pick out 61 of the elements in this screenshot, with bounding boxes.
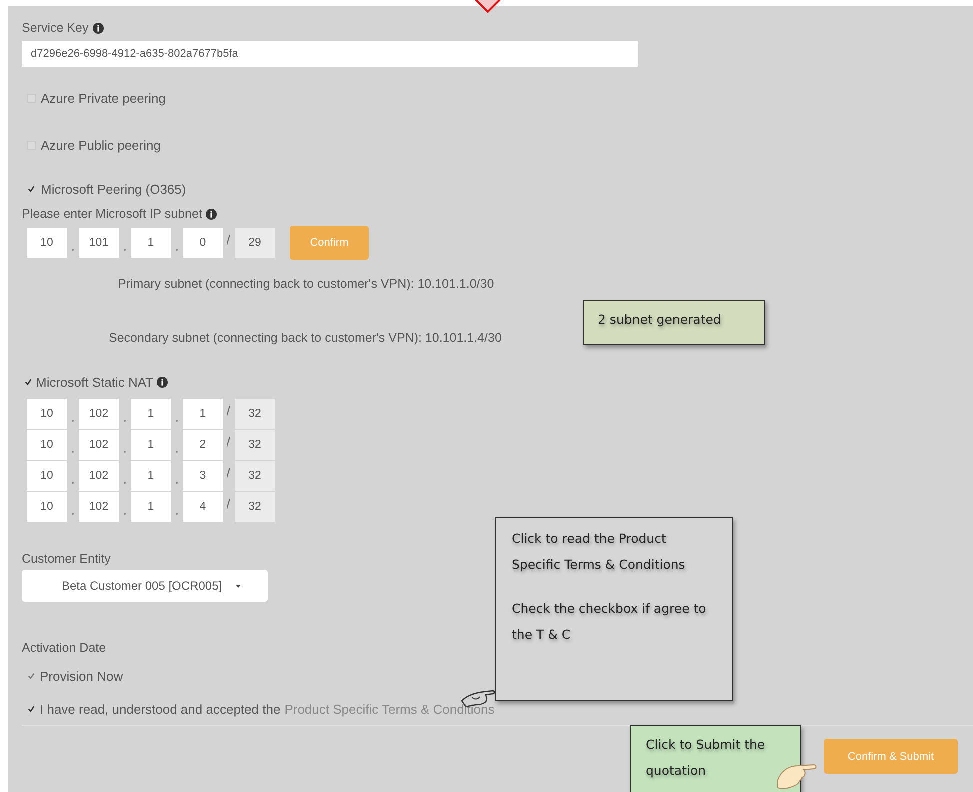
input-field[interactable]: d7296e26-6998-4912-a635-802a7677b5fa	[22, 41, 638, 67]
input-field[interactable]: 1	[131, 228, 171, 258]
input-field[interactable]: 0	[183, 228, 223, 258]
field-label: Please enter Microsoft IP subnet	[22, 207, 202, 221]
field-label: Activation Date	[22, 641, 106, 655]
slash-icon	[227, 437, 230, 447]
input-field[interactable]: 4	[183, 492, 223, 522]
marker-icon	[474, 0, 502, 14]
input-field[interactable]: 2	[183, 430, 223, 460]
checkbox-label: Provision Now	[40, 668, 124, 684]
callout-text: 2 subnet generated	[598, 311, 722, 329]
caret-icon	[236, 584, 242, 588]
input-field[interactable]: 10	[27, 430, 67, 460]
input-field[interactable]: 32	[235, 430, 275, 460]
input-field[interactable]: 3	[183, 461, 223, 491]
input-field[interactable]: 10	[27, 461, 67, 491]
checkbox-label: Azure Private peering	[41, 90, 166, 106]
checkbox[interactable]	[27, 184, 36, 194]
input-field[interactable]: 32	[235, 399, 275, 429]
checkbox-label: Microsoft Static NAT	[36, 374, 154, 390]
input-field[interactable]: 1	[131, 492, 171, 522]
checkbox-label: Azure Public peering	[41, 138, 161, 152]
slash-icon	[227, 406, 230, 416]
callout-text: Click to read the Product Specific Terms & Conditions	[512, 530, 686, 574]
input-field[interactable]: 101	[79, 228, 119, 258]
input-field[interactable]: 10	[27, 492, 67, 522]
info-icon	[92, 22, 104, 34]
input-field[interactable]: 102	[79, 430, 119, 460]
checkbox[interactable]	[27, 672, 36, 680]
subnet-text: Primary subnet (connecting back to customer's VPN): 10.101.1.0/30	[118, 277, 494, 291]
input-field[interactable]: 102	[79, 399, 119, 429]
input-field[interactable]: 10	[27, 228, 67, 258]
subnet-text: Secondary subnet (connecting back to customer's VPN): 10.101.1.4/30	[109, 331, 502, 345]
input-field[interactable]: 102	[79, 492, 119, 522]
check-icon	[28, 185, 35, 193]
input-field[interactable]: 1	[131, 430, 171, 460]
field-label: Service Key	[22, 21, 89, 35]
slash-icon	[227, 235, 230, 245]
input-field[interactable]: 102	[79, 461, 119, 491]
input-field[interactable]: 10	[27, 399, 67, 429]
checkbox-label: Microsoft Peering (O365)	[41, 182, 186, 196]
check-icon	[28, 672, 35, 680]
callout-text: Click to Submit the quotation	[646, 736, 766, 780]
callout-text: Check the checkbox if agree to the T & C	[512, 600, 708, 644]
slash-icon	[227, 499, 230, 509]
input-field[interactable]: 1	[183, 399, 223, 429]
slash-icon	[227, 468, 230, 478]
check-icon	[28, 705, 35, 713]
checkbox[interactable]	[24, 378, 33, 386]
check-icon	[25, 378, 32, 386]
input-field[interactable]: 1	[131, 461, 171, 491]
info-icon	[156, 376, 168, 388]
field-label: Customer Entity	[22, 552, 111, 566]
input-field[interactable]: 32	[235, 461, 275, 491]
dropdown[interactable]: Beta Customer 005 [OCR005]	[22, 570, 268, 602]
input-field[interactable]: 32	[235, 492, 275, 522]
checkbox-label: I have read, understood and accepted the	[40, 702, 281, 716]
input-field[interactable]: 1	[131, 399, 171, 429]
input-field[interactable]: 29	[235, 228, 275, 258]
checkbox[interactable]	[27, 704, 36, 714]
info-icon	[206, 208, 218, 220]
